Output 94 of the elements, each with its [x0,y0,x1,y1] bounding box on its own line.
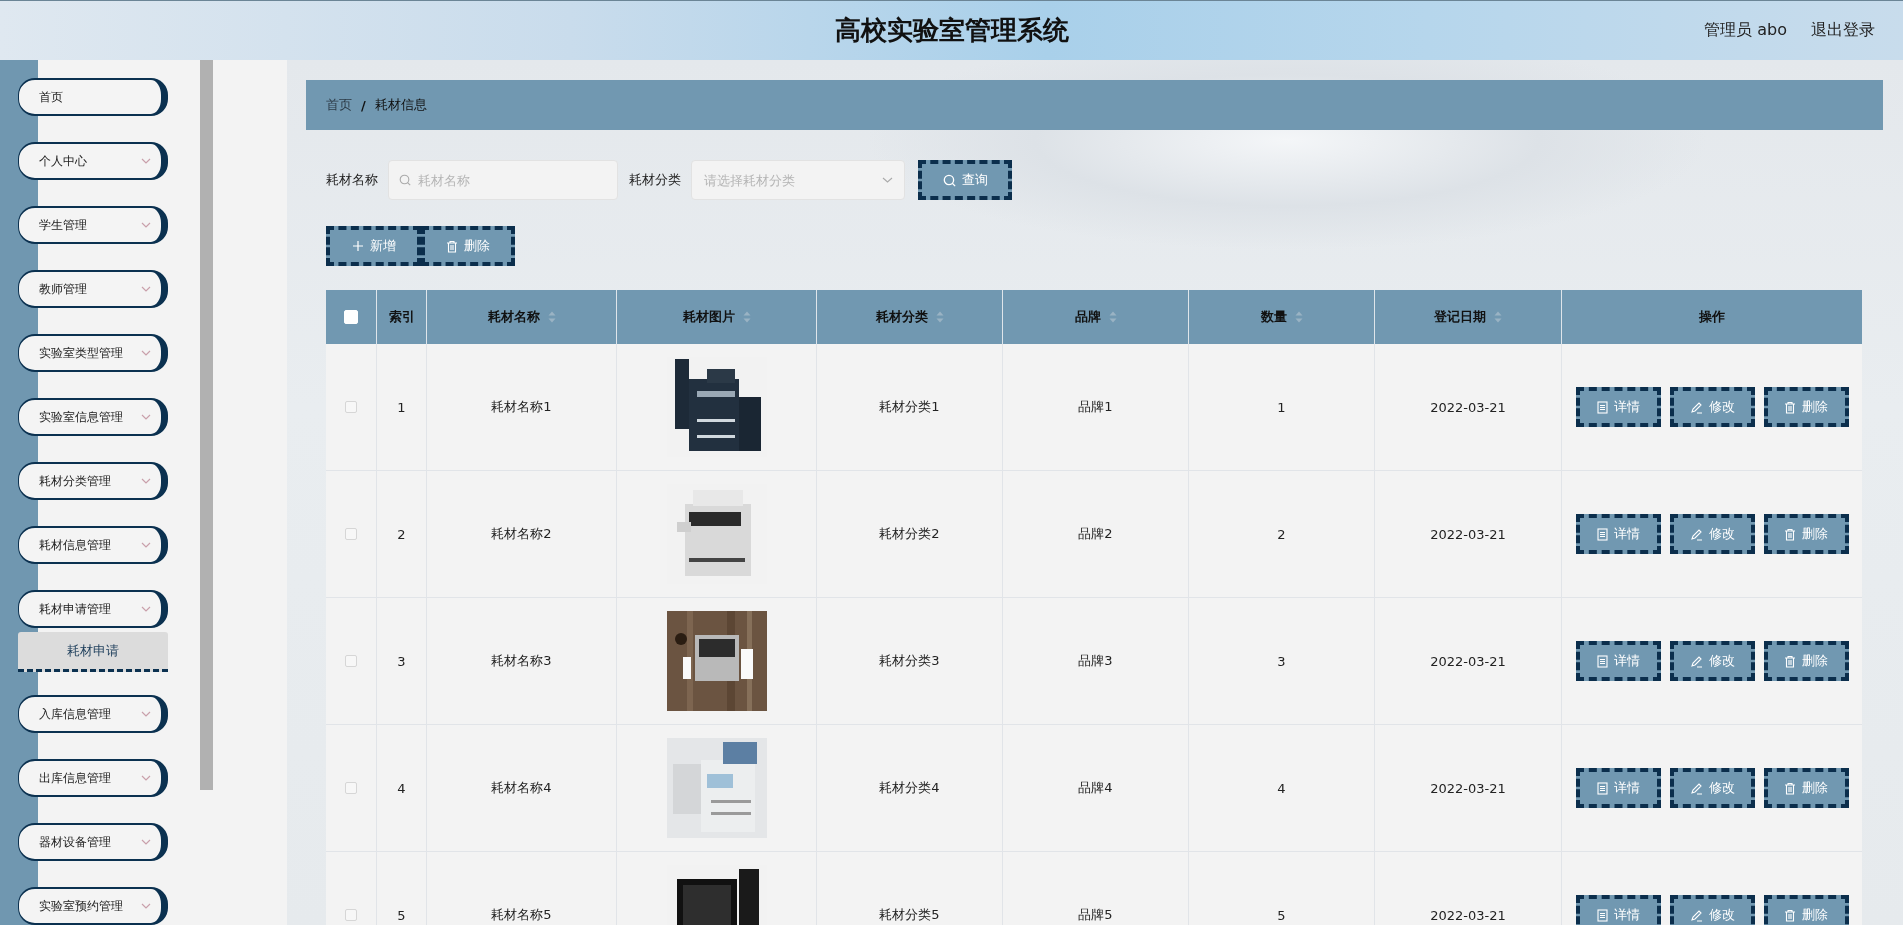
document-icon [1596,654,1608,668]
delete-button[interactable]: 删除 [1763,895,1849,925]
pencil-icon [1689,527,1703,541]
user-name: 管理员 abo [1704,20,1787,41]
category-select[interactable]: 请选择耗材分类 [691,160,905,200]
table-cell: 品牌5 [1003,852,1189,925]
trash-icon [1784,908,1796,922]
trash-icon [446,239,458,253]
add-button[interactable]: 新增 [326,226,421,266]
chevron-down-icon [141,711,151,717]
menu-item[interactable]: 个人中心 [18,142,168,180]
edit-button[interactable]: 修改 [1669,387,1755,427]
chevron-down-icon [141,478,151,484]
chevron-down-icon [141,222,151,228]
trash-icon [1784,527,1796,541]
search-icon [399,174,411,186]
row-checkbox[interactable] [345,909,357,921]
chevron-down-icon [141,350,151,356]
menu-item[interactable]: 实验室类型管理 [18,334,168,372]
menu-item[interactable]: 耗材分类管理 [18,462,168,500]
menu-item[interactable]: 入库信息管理 [18,695,168,733]
pencil-icon [1689,654,1703,668]
table-cell: 5 [377,852,427,925]
field-label: 耗材分类 [629,171,681,189]
delete-button[interactable]: 删除 [1763,768,1849,808]
menu-item[interactable]: 耗材信息管理 [18,526,168,564]
trash-icon [1784,654,1796,668]
chevron-down-icon [141,839,151,845]
pencil-icon [1689,400,1703,414]
detail-button[interactable]: 详情 [1575,768,1661,808]
edit-button[interactable]: 修改 [1669,641,1755,681]
chevron-down-icon [141,542,151,548]
chevron-down-icon [141,158,151,164]
menu-item[interactable]: 实验室信息管理 [18,398,168,436]
chevron-down-icon [141,606,151,612]
chevron-down-icon [141,903,151,909]
menu-item[interactable]: 首页 [18,78,168,116]
menu-item[interactable]: 实验室预约管理 [18,887,168,925]
row-checkbox[interactable] [345,655,357,667]
search-icon [942,173,956,187]
chevron-down-icon [882,177,893,183]
edit-button[interactable]: 修改 [1669,514,1755,554]
detail-button[interactable]: 详情 [1575,895,1661,925]
search-field[interactable]: 耗材名称 [388,160,618,200]
sort-icon[interactable] [1294,311,1303,323]
sort-icon[interactable] [1494,311,1502,323]
sort-icon[interactable] [547,311,556,323]
detail-button[interactable]: 详情 [1575,514,1661,554]
detail-button[interactable]: 详情 [1575,641,1661,681]
pencil-icon [1689,781,1703,795]
row-checkbox[interactable] [345,401,357,413]
app-title: 高校实验室管理系统 [834,14,1069,47]
document-icon [1596,908,1608,922]
menu-item[interactable]: 出库信息管理 [18,759,168,797]
breadcrumb-current: 耗材信息 [374,96,427,114]
edit-button[interactable]: 修改 [1669,768,1755,808]
document-icon [1596,527,1608,541]
table-cell: 耗材分类5 [817,852,1003,925]
delete-button[interactable]: 删除 [1763,641,1849,681]
breadcrumb-link[interactable]: 首页 [326,96,352,114]
table-cell: 耗材名称5 [427,852,617,925]
detail-button[interactable]: 详情 [1575,387,1661,427]
chevron-down-icon [141,775,151,781]
chevron-down-icon [141,286,151,292]
document-icon [1596,400,1608,414]
select-all-checkbox[interactable] [344,310,358,324]
breadcrumb-separator: / [361,97,366,113]
edit-button[interactable]: 修改 [1669,895,1755,925]
submenu-item[interactable]: 耗材申请 [18,632,168,672]
menu-item[interactable]: 器材设备管理 [18,823,168,861]
delete-button[interactable]: 删除 [1763,514,1849,554]
table-cell: 2022-03-21 [1375,852,1562,925]
scrollbar[interactable] [200,60,213,790]
plus-icon [351,240,364,252]
document-icon [1596,781,1608,795]
trash-icon [1784,400,1796,414]
chevron-down-icon [141,414,151,420]
field-label: 耗材名称 [326,171,378,189]
menu-item[interactable]: 耗材申请管理 [18,590,168,628]
pencil-icon [1689,908,1703,922]
delete-button[interactable]: 删除 [421,226,515,266]
menu-item[interactable]: 学生管理 [18,206,168,244]
sort-icon[interactable] [742,311,751,323]
table-cell: 5 [1189,852,1375,925]
sort-icon[interactable] [935,311,944,323]
menu-item[interactable]: 教师管理 [18,270,168,308]
logout-link[interactable]: 退出登录 [1811,20,1875,41]
sort-icon[interactable] [1108,311,1117,323]
row-checkbox[interactable] [345,782,357,794]
column-header: 操作 [1698,308,1726,326]
trash-icon [1784,781,1796,795]
query-button[interactable]: 查询 [918,160,1012,200]
delete-button[interactable]: 删除 [1763,387,1849,427]
row-checkbox[interactable] [345,528,357,540]
